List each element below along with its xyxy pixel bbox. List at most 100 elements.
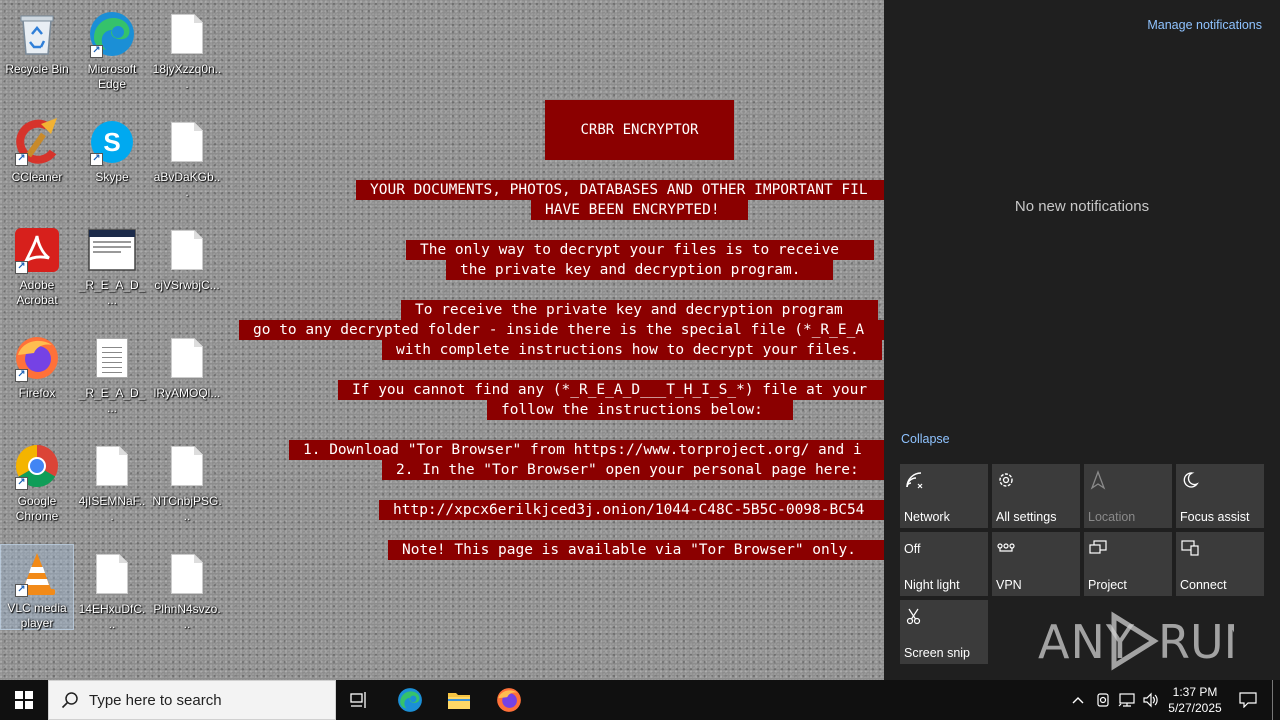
vlc-icon: ↗ <box>13 551 61 597</box>
notification-center-button[interactable] <box>1232 680 1264 720</box>
icon-label: _R_E_A_D_... <box>78 386 146 415</box>
network-tray-button[interactable] <box>1116 680 1138 720</box>
icon-label: 14EHxuDfC... <box>78 602 146 631</box>
tile-label: All settings <box>996 510 1057 524</box>
blank-file-icon <box>88 442 136 490</box>
clock-date: 5/27/2025 <box>1168 701 1222 715</box>
quick-action-night-light[interactable]: Off Night light <box>900 532 988 596</box>
icon-label: _R_E_A_D_... <box>78 278 146 307</box>
vlc-desktop-icon[interactable]: ↗ VLC media player <box>0 544 74 630</box>
file-desktop-icon[interactable]: 14EHxuDfC... <box>75 544 149 644</box>
shortcut-arrow-icon: ↗ <box>15 369 28 382</box>
speaker-icon <box>1143 692 1158 708</box>
tile-label: Night light <box>904 578 960 592</box>
tile-state: Off <box>904 542 921 556</box>
show-desktop-button[interactable] <box>1272 680 1273 720</box>
microsoft-edge-icon <box>398 688 422 712</box>
ransom-note-onion-url: http://xpcx6erilkjced3j.onion/1044-C48C-… <box>379 500 884 520</box>
wired-network-icon <box>1118 693 1135 707</box>
start-button[interactable] <box>0 680 48 720</box>
tile-label: Network <box>904 510 950 524</box>
quick-action-connect[interactable]: Connect <box>1176 532 1264 596</box>
camera-icon <box>1097 693 1109 707</box>
moon-icon <box>1183 472 1199 488</box>
ransom-note-line: HAVE BEEN ENCRYPTED! <box>531 200 748 220</box>
location-icon <box>1090 470 1106 490</box>
file-desktop-icon[interactable]: lRyAMOQl... <box>150 328 224 428</box>
show-hidden-icons-button[interactable] <box>1068 680 1088 720</box>
icon-label: Google Chrome <box>15 494 59 523</box>
firefox-desktop-icon[interactable]: ↗ Firefox <box>0 328 74 428</box>
svg-text:S: S <box>103 127 120 157</box>
readme-txt-desktop-icon[interactable]: _R_E_A_D_... <box>75 328 149 428</box>
blank-file-icon <box>163 334 211 382</box>
collapse-link[interactable]: Collapse <box>901 432 950 446</box>
taskbar: 1:37 PM 5/27/2025 <box>0 680 1280 720</box>
file-desktop-icon[interactable]: aBvDaKGb... <box>150 112 224 212</box>
task-view-button[interactable] <box>336 680 384 720</box>
svg-text:RUN: RUN <box>1158 615 1234 669</box>
blank-file-icon <box>88 550 136 598</box>
file-desktop-icon[interactable]: NTCnbjPSG... <box>150 436 224 536</box>
taskbar-clock[interactable]: 1:37 PM 5/27/2025 <box>1160 680 1230 720</box>
icon-label: cjVSrwbjC... <box>154 278 220 292</box>
file-desktop-icon[interactable]: 4jISEMNaF... <box>75 436 149 536</box>
blank-file-icon <box>163 550 211 598</box>
taskbar-search-box[interactable] <box>48 680 336 720</box>
quick-action-project[interactable]: Project <box>1084 532 1172 596</box>
quick-action-focus-assist[interactable]: Focus assist <box>1176 464 1264 528</box>
recycle-bin-icon <box>13 10 61 58</box>
google-chrome-desktop-icon[interactable]: ↗ Google Chrome <box>0 436 74 536</box>
file-desktop-icon[interactable]: PlhnN4svzo... <box>150 544 224 644</box>
chevron-up-icon <box>1072 697 1084 704</box>
icon-label: Skype <box>95 170 129 184</box>
readme-html-desktop-icon[interactable]: _R_E_A_D_... <box>75 220 149 320</box>
skype-desktop-icon[interactable]: S ↗ Skype <box>75 112 149 212</box>
ransom-note-line: To receive the private key and decryptio… <box>401 300 878 320</box>
search-input[interactable] <box>89 691 319 709</box>
taskbar-edge-button[interactable] <box>386 680 434 720</box>
ccleaner-desktop-icon[interactable]: ↗ CCleaner <box>0 112 74 212</box>
icon-label: Microsoft Edge <box>87 62 137 91</box>
quick-action-network[interactable]: Network <box>900 464 988 528</box>
blank-file-icon <box>163 118 211 166</box>
ransom-note-line: go to any decrypted folder - inside ther… <box>239 320 884 340</box>
ransom-note-line: Note! This page is available via "Tor Br… <box>388 540 884 560</box>
file-desktop-icon[interactable]: 18jyXzzq0n... <box>150 4 224 104</box>
volume-tray-button[interactable] <box>1140 680 1162 720</box>
icon-label: CCleaner <box>11 170 63 184</box>
action-center-panel: Manage notifications No new notification… <box>884 0 1280 680</box>
tile-label: Focus assist <box>1180 510 1250 524</box>
no-notifications-text: No new notifications <box>1014 198 1150 215</box>
shortcut-arrow-icon: ↗ <box>15 584 28 597</box>
icon-label: Firefox <box>18 386 56 400</box>
manage-notifications-link[interactable]: Manage notifications <box>1147 18 1262 32</box>
icon-label: Recycle Bin <box>5 62 69 76</box>
search-icon <box>61 692 78 709</box>
blank-file-icon <box>163 442 211 490</box>
quick-action-screen-snip[interactable]: Screen snip <box>900 600 988 664</box>
quick-action-location[interactable]: Location <box>1084 464 1172 528</box>
taskbar-file-explorer-button[interactable] <box>435 680 483 720</box>
ransom-note-line: If you cannot find any (*_R_E_A_D___T_H_… <box>338 380 884 400</box>
ccleaner-icon: ↗ <box>13 118 61 166</box>
recycle-bin-desktop-icon[interactable]: Recycle Bin <box>0 4 74 104</box>
file-desktop-icon[interactable]: cjVSrwbjC... <box>150 220 224 320</box>
icon-label: 4jISEMNaF... <box>78 494 146 523</box>
blank-file-icon <box>163 226 211 274</box>
html-window-icon <box>88 226 136 274</box>
quick-action-vpn[interactable]: VPN <box>992 532 1080 596</box>
tile-label: Screen snip <box>904 646 971 660</box>
ransom-note-line: 2. In the "Tor Browser" open your person… <box>382 460 884 480</box>
icon-label: Adobe Acrobat <box>16 278 58 307</box>
quick-action-all-settings[interactable]: All settings <box>992 464 1080 528</box>
meet-now-button[interactable] <box>1092 680 1114 720</box>
icon-label: lRyAMOQl... <box>153 386 221 400</box>
microsoft-edge-desktop-icon[interactable]: ↗ Microsoft Edge <box>75 4 149 104</box>
network-icon <box>906 472 923 489</box>
icon-label: aBvDaKGb... <box>153 170 221 199</box>
adobe-acrobat-desktop-icon[interactable]: ↗ Adobe Acrobat <box>0 220 74 320</box>
tile-label: VPN <box>996 578 1022 592</box>
ransom-note-line: with complete instructions how to decryp… <box>382 340 882 360</box>
taskbar-firefox-button[interactable] <box>485 680 533 720</box>
